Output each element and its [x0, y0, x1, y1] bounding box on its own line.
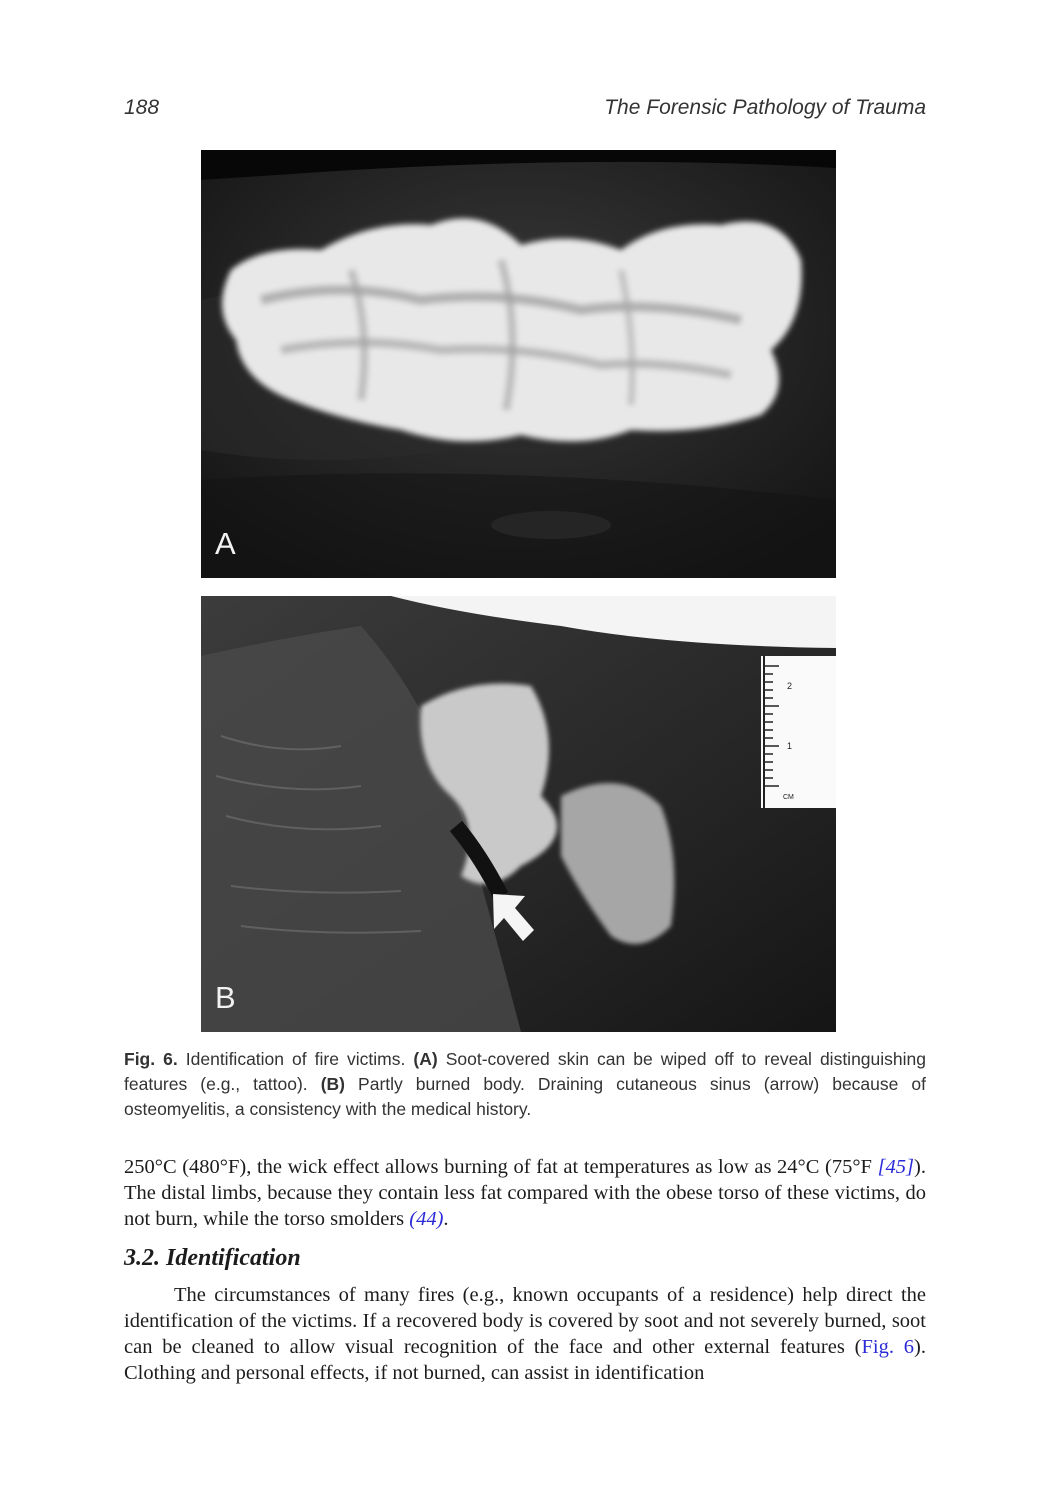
panel-label-a: A [215, 526, 236, 561]
citation-link-45[interactable]: [45] [878, 1156, 914, 1178]
para1-text-1: 250°C (480°F), the wick effect allows bu… [124, 1156, 878, 1178]
body-paragraph-2: The circumstances of many fires (e.g., k… [124, 1282, 926, 1386]
citation-link-44[interactable]: (44) [409, 1208, 443, 1230]
caption-label: Fig. 6. [124, 1049, 178, 1069]
section-heading: 3.2. Identification [124, 1245, 301, 1271]
para1-text-3: . [443, 1208, 449, 1230]
figure-reference-link[interactable]: Fig. 6 [861, 1336, 914, 1358]
running-title: The Forensic Pathology of Trauma [604, 96, 926, 119]
soot-skin-tattoo-image [201, 150, 836, 578]
page-number: 188 [124, 96, 160, 119]
caption-tag-b: (B) [320, 1074, 345, 1094]
body-paragraph-1: 250°C (480°F), the wick effect allows bu… [124, 1154, 926, 1232]
ruler-mark-cm: CM [783, 794, 794, 801]
figure-caption: Fig. 6. Identification of fire victims. … [124, 1047, 926, 1122]
ruler-mark-2: 2 [787, 681, 792, 691]
ruler-mark-1: 1 [787, 741, 792, 751]
panel-label-b: B [215, 980, 236, 1015]
figure-6b-photo: 2 1 CM B [201, 596, 836, 1032]
caption-intro: Identification of fire victims. [177, 1049, 414, 1069]
para2-text-1: The circumstances of many fires (e.g., k… [124, 1284, 926, 1358]
figure-6a-photo: A [201, 150, 836, 578]
running-header: 188 The Forensic Pathology of Trauma [124, 96, 926, 126]
partly-burned-body-image: 2 1 CM [201, 596, 836, 1032]
caption-tag-a: (A) [413, 1049, 438, 1069]
